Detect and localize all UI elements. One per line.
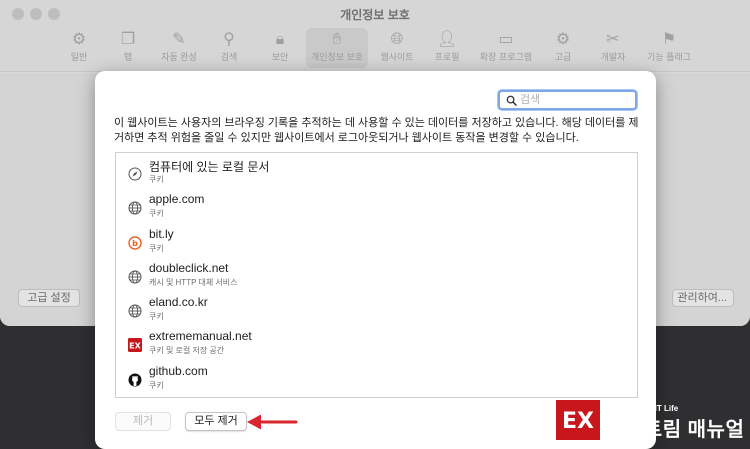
hand-icon: ✋︎	[332, 31, 342, 48]
tools-icon: ✂	[606, 31, 620, 48]
list-item[interactable]: doubleclick.net 캐시 및 HTTP 대체 서비스	[116, 259, 637, 293]
manage-website-data-button[interactable]: 관리하여...	[672, 289, 734, 307]
globe-icon	[128, 270, 142, 284]
globe-icon	[128, 201, 142, 215]
compass-icon	[128, 167, 142, 181]
website-data-sheet: 이 웹사이트는 사용자의 브라우징 기록을 추적하는 데 사용할 수 있는 데이…	[95, 71, 656, 449]
remove-all-button[interactable]: 모두 제거	[185, 412, 247, 431]
lock-icon: 🔒︎	[275, 31, 285, 48]
svg-text:EX: EX	[562, 409, 594, 434]
advanced-settings-button[interactable]: 고급 설정	[18, 289, 80, 307]
tab-feature-flags[interactable]: ⚑ 기능 플래그	[638, 28, 700, 68]
tab-security[interactable]: 🔒︎ 보안	[251, 28, 309, 68]
globe-icon	[128, 304, 142, 318]
tab-profiles[interactable]: 👤︎ 프로필	[418, 28, 476, 68]
title-bar: 개인정보 보호	[0, 0, 750, 26]
tab-privacy[interactable]: ✋︎ 개인정보 보호	[306, 28, 368, 68]
brand-logo: EX	[556, 400, 600, 440]
list-item[interactable]: b bit.ly 쿠키	[116, 225, 637, 259]
search-icon: ⚲	[223, 31, 235, 48]
bitly-icon: b	[128, 236, 142, 250]
search-field[interactable]	[498, 90, 637, 110]
sheet-description: 이 웹사이트는 사용자의 브라우징 기록을 추적하는 데 사용할 수 있는 데이…	[114, 117, 639, 144]
ex-icon: EX	[128, 338, 142, 352]
watermark-tagline: More Better IT Life	[608, 404, 679, 413]
person-icon: 👤︎	[436, 31, 458, 48]
watermark-brand-name: 익스트림 매뉴얼	[606, 419, 745, 441]
tab-search[interactable]: ⚲ 검색	[200, 28, 258, 68]
tab-extensions[interactable]: ▭ 확장 프로그램	[474, 28, 538, 68]
list-item[interactable]: eland.co.kr 쿠키	[116, 293, 637, 327]
svg-text:b: b	[132, 239, 138, 248]
list-item[interactable]: EX extrememanual.net 쿠키 및 로컬 저장 공간	[116, 327, 637, 361]
arrow-annotation-icon	[247, 414, 298, 430]
svg-text:EX: EX	[129, 341, 141, 350]
search-input[interactable]	[520, 92, 632, 108]
magnifier-icon	[506, 95, 517, 106]
puzzle-icon: ▭	[498, 31, 514, 48]
list-item[interactable]: github.com 쿠키	[116, 362, 637, 396]
tab-tabs[interactable]: ❐ 탭	[99, 28, 157, 68]
window-title: 개인정보 보호	[340, 8, 410, 22]
remove-button[interactable]: 제거	[115, 412, 171, 431]
tab-developer[interactable]: ✂ 개발자	[584, 28, 642, 68]
website-list[interactable]: 컴퓨터에 있는 로컬 문서 쿠키 apple.com 쿠키 b bit.ly 쿠…	[115, 152, 638, 398]
list-item[interactable]: apple.com 쿠키	[116, 190, 637, 224]
flag-icon: ⚑	[661, 31, 677, 48]
github-icon	[128, 373, 142, 387]
list-item[interactable]: 컴퓨터에 있는 로컬 문서 쿠키	[116, 156, 637, 190]
preferences-toolbar: ⚙ 일반 ❐ 탭 ✎ 자동 완성 ⚲ 검색 🔒︎ 보안 ✋︎ 개인정보 보호 🌐…	[0, 26, 750, 72]
tabs-icon: ❐	[120, 31, 136, 48]
